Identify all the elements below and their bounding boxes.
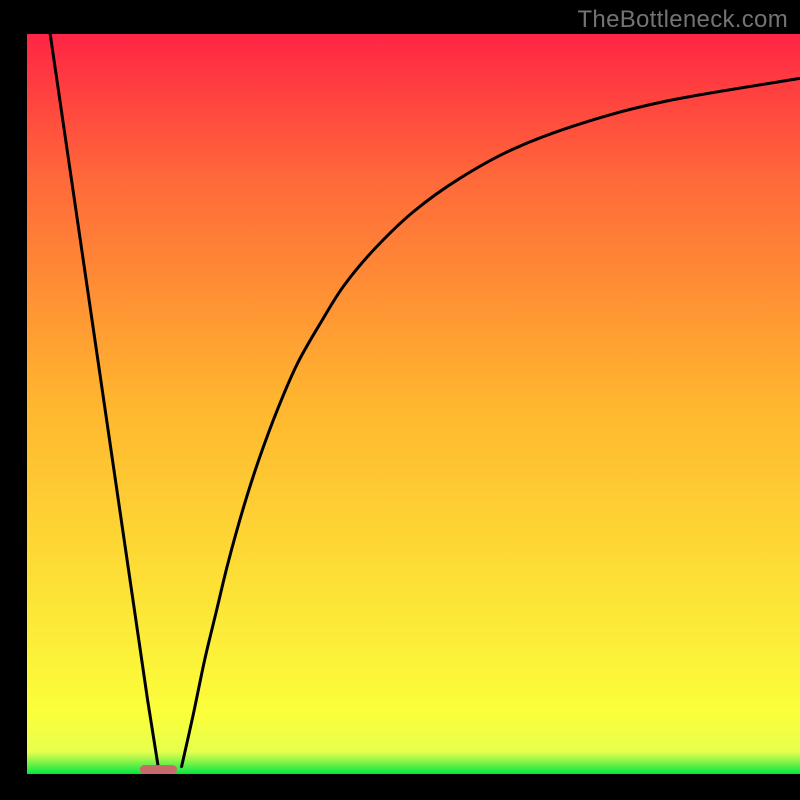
watermark-text: TheBottleneck.com [577, 6, 788, 34]
bottleneck-marker [140, 765, 177, 774]
chart-frame: TheBottleneck.com [0, 0, 800, 800]
bottleneck-chart [0, 0, 800, 800]
